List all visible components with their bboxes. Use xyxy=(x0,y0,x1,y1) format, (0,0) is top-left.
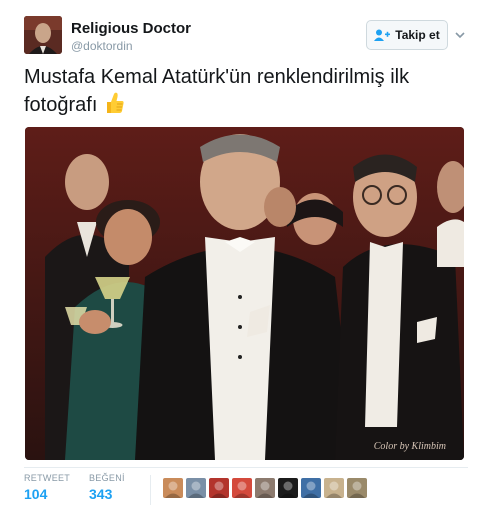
liker-avatars xyxy=(163,478,367,498)
display-name[interactable]: Religious Doctor xyxy=(71,20,191,37)
divider xyxy=(24,467,468,468)
retweet-label: RETWEET xyxy=(24,473,71,483)
liker-avatar[interactable] xyxy=(301,478,321,498)
like-stat[interactable]: BEĞENİ 343 xyxy=(89,473,125,502)
follow-label: Takip et xyxy=(395,28,440,42)
add-user-icon xyxy=(374,29,391,41)
liker-avatar[interactable] xyxy=(255,478,275,498)
retweet-stat[interactable]: RETWEET 104 xyxy=(24,473,70,502)
retweet-count: 104 xyxy=(24,486,48,502)
liker-avatar[interactable] xyxy=(232,478,252,498)
liker-avatar[interactable] xyxy=(324,478,344,498)
liker-avatar[interactable] xyxy=(186,478,206,498)
tweet-text-content: Mustafa Kemal Atatürk'ün renklendirilmiş… xyxy=(24,66,410,116)
like-count: 343 xyxy=(89,486,113,502)
chevron-down-icon[interactable] xyxy=(453,28,467,42)
follow-button[interactable]: Takip et xyxy=(366,20,448,50)
liker-avatar[interactable] xyxy=(209,478,229,498)
tweet-card: Religious Doctor @doktordin Takip et Mus… xyxy=(0,0,480,511)
tweet-text: Mustafa Kemal Atatürk'ün renklendirilmiş… xyxy=(24,64,460,123)
like-label: BEĞENİ xyxy=(89,473,125,483)
avatar[interactable] xyxy=(24,16,62,54)
stat-separator xyxy=(150,475,151,505)
liker-avatar[interactable] xyxy=(347,478,367,498)
liker-avatar[interactable] xyxy=(278,478,298,498)
tweet-photo[interactable]: Color by Klimbim xyxy=(25,127,464,460)
thumbs-up-icon xyxy=(103,91,125,123)
user-handle[interactable]: @doktordin xyxy=(71,39,133,53)
photo-credit: Color by Klimbim xyxy=(373,441,446,452)
liker-avatar[interactable] xyxy=(163,478,183,498)
